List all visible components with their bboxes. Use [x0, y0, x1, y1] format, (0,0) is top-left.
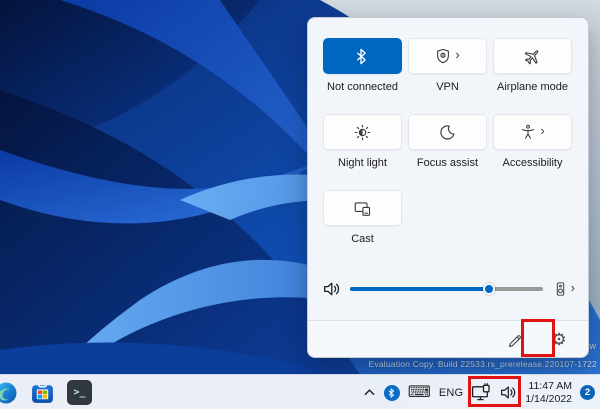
airplane-mode-button[interactable] — [493, 38, 572, 74]
cast-icon — [354, 201, 371, 216]
desktop: w Evaluation Copy. Build 22533.rs_prerel… — [0, 0, 600, 409]
watermark-fragment: w — [589, 341, 597, 351]
quick-settings-panel: Not connected › VPN Airplane mode Night … — [307, 17, 589, 358]
volume-slider-thumb[interactable] — [482, 283, 495, 295]
volume-row: › — [323, 279, 575, 299]
edge-browser-icon[interactable] — [0, 380, 18, 405]
speaker-icon[interactable] — [323, 280, 341, 298]
clock-date: 1/14/2022 — [525, 392, 572, 405]
chevron-right-icon: › — [455, 47, 460, 62]
bluetooth-tile-label: Not connected — [327, 81, 398, 93]
chevron-right-icon: › — [570, 280, 575, 295]
vpn-button[interactable]: › — [408, 38, 487, 74]
volume-slider[interactable] — [350, 283, 543, 295]
audio-output-picker[interactable]: › — [553, 281, 575, 297]
notification-count-badge[interactable]: 2 — [580, 385, 595, 400]
quick-settings-grid: Not connected › VPN Airplane mode Night … — [323, 38, 588, 266]
quick-settings-footer: ⚙ — [308, 320, 588, 357]
system-tray: ⌨ ENG 11:47 AM 1/14/2022 2 — [363, 375, 595, 409]
taskbar-app-icons: >_ — [0, 375, 92, 409]
focus-assist-button[interactable] — [408, 114, 487, 150]
vpn-shield-icon — [437, 48, 450, 64]
settings-button[interactable]: ⚙ — [547, 327, 571, 351]
audio-output-device-icon — [556, 282, 564, 296]
evaluation-watermark: Evaluation Copy. Build 22533.rs_prerelea… — [368, 359, 597, 369]
terminal-icon[interactable]: >_ — [67, 380, 92, 405]
taskbar: >_ ⌨ ENG 11:47 AM 1/14/2022 2 — [0, 374, 600, 409]
bluetooth-toggle-button[interactable] — [323, 38, 402, 74]
vpn-tile-label: VPN — [436, 81, 459, 93]
airplane-icon — [524, 49, 539, 64]
focus-assist-icon — [440, 124, 455, 140]
clock[interactable]: 11:47 AM 1/14/2022 — [525, 380, 572, 405]
airplane-mode-tile-label: Airplane mode — [497, 81, 568, 93]
chevron-up-icon — [364, 389, 375, 396]
accessibility-button[interactable]: › — [493, 114, 572, 150]
language-indicator[interactable]: ENG — [439, 387, 463, 399]
volume-tray-icon[interactable] — [500, 384, 517, 401]
network-tray-icon[interactable] — [471, 383, 492, 402]
accessibility-icon — [522, 124, 535, 139]
gear-icon: ⚙ — [551, 329, 567, 349]
clock-time: 11:47 AM — [528, 380, 572, 392]
cast-tile-label: Cast — [351, 233, 374, 245]
show-hidden-icons-button[interactable] — [363, 386, 376, 399]
focus-assist-tile-label: Focus assist — [416, 157, 479, 169]
night-light-icon — [354, 124, 371, 140]
microsoft-store-icon[interactable] — [30, 380, 55, 405]
night-light-button[interactable] — [323, 114, 402, 150]
bluetooth-icon — [357, 48, 366, 64]
volume-slider-fill — [350, 287, 489, 291]
chevron-right-icon: › — [540, 123, 545, 138]
accessibility-tile-label: Accessibility — [502, 157, 563, 169]
bluetooth-tray-icon[interactable] — [383, 384, 400, 401]
edit-quick-settings-button[interactable] — [502, 327, 526, 351]
cast-button[interactable] — [323, 190, 402, 226]
night-light-tile-label: Night light — [338, 157, 387, 169]
touch-keyboard-icon[interactable]: ⌨ — [408, 384, 431, 401]
pencil-icon — [508, 334, 521, 347]
